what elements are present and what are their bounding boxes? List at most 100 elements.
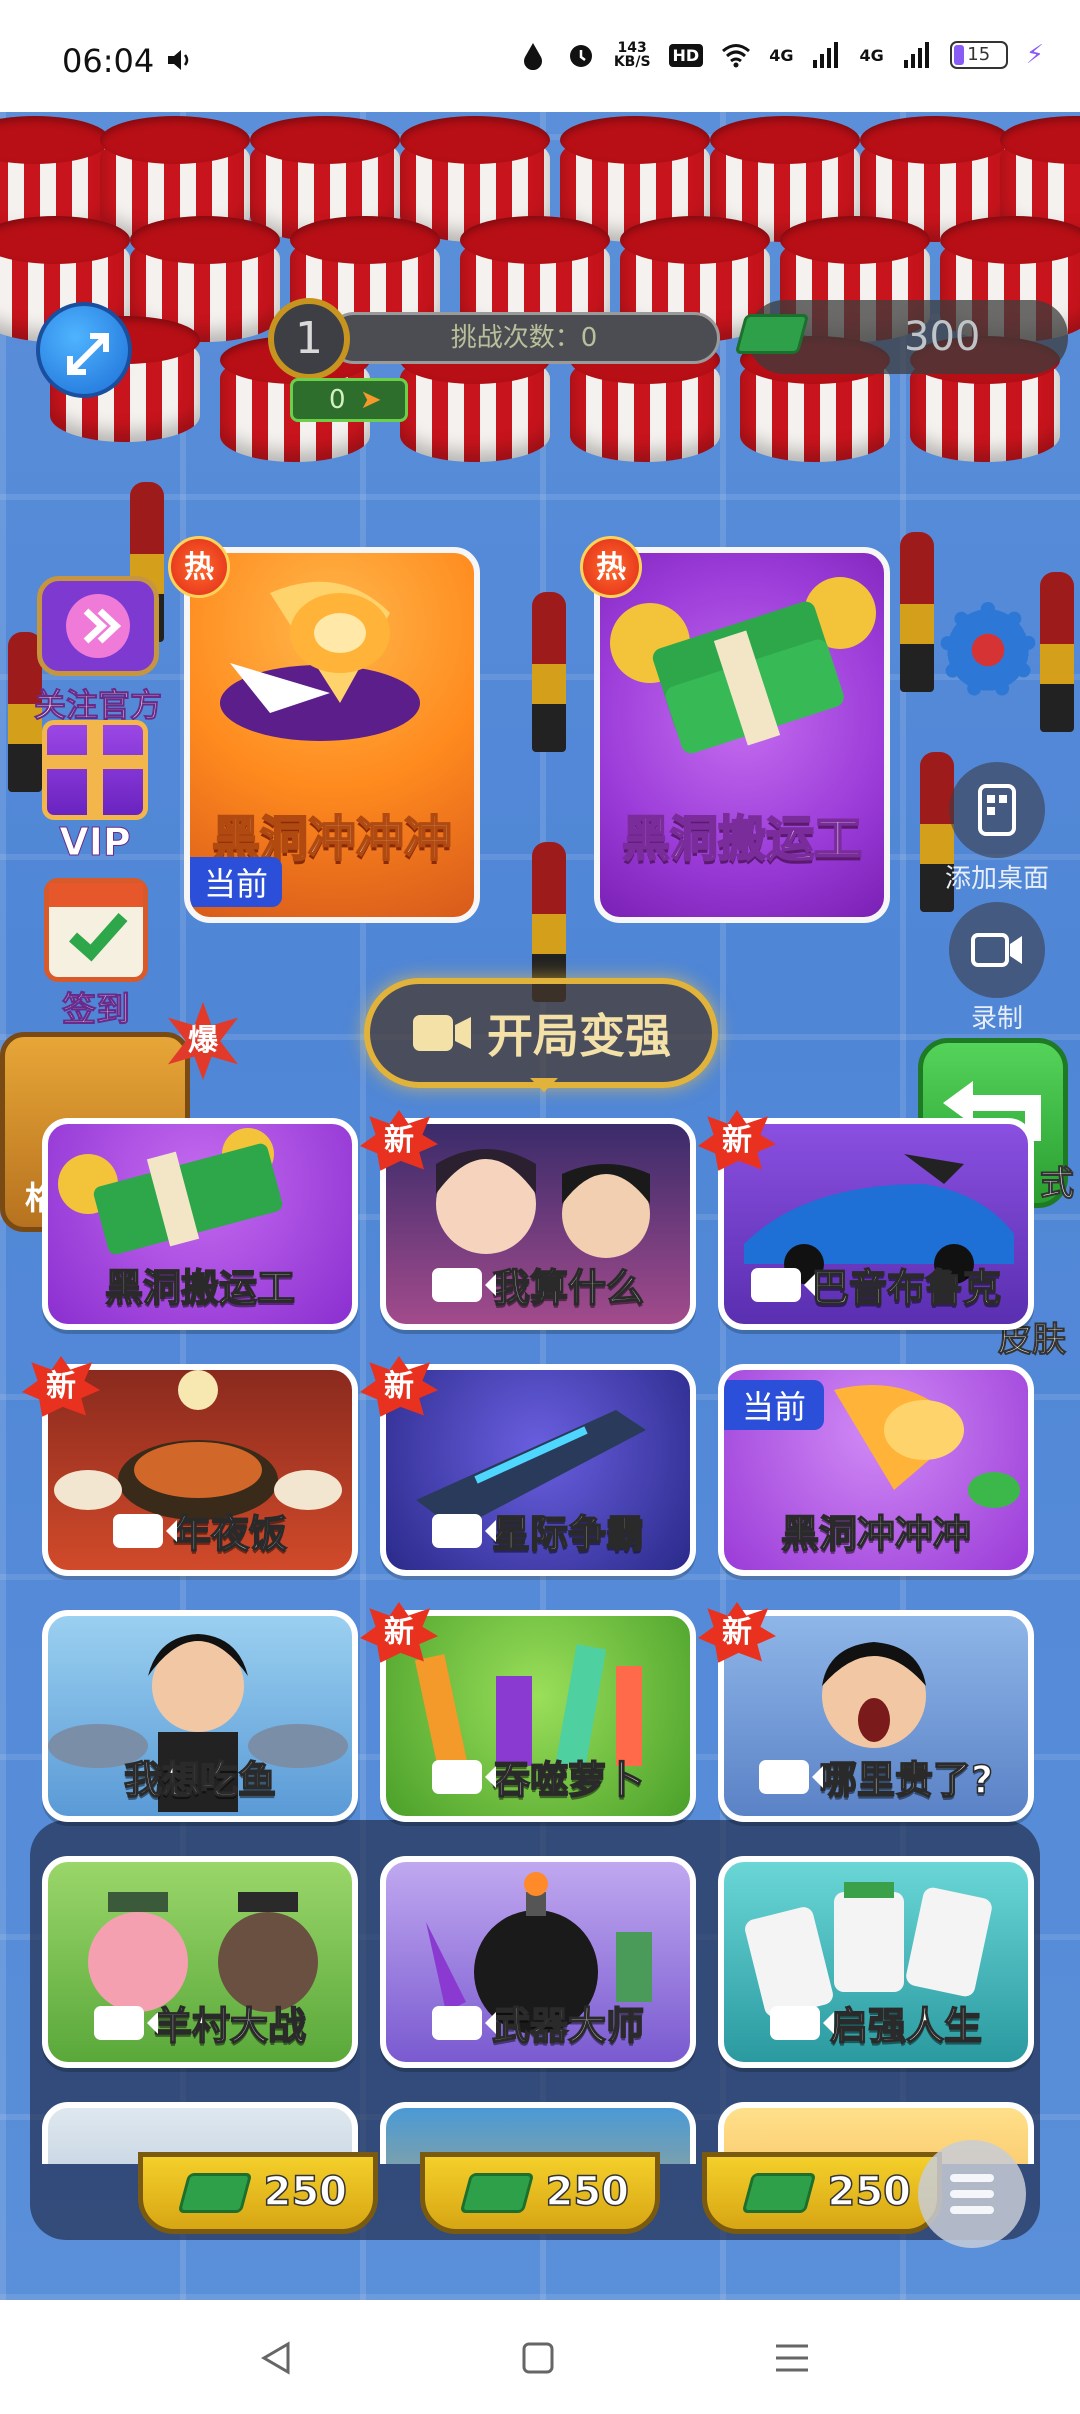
video-camera-icon: [112, 1513, 177, 1548]
mode-label: 我想吃鱼: [123, 1757, 277, 1803]
energy-icon: ➤: [359, 385, 382, 415]
back-icon[interactable]: [256, 2340, 296, 2376]
double-arrow-icon: [66, 594, 130, 658]
recents-icon[interactable]: [772, 2340, 812, 2376]
video-camera-icon: [93, 2005, 158, 2040]
mode-label: 黑洞搬运工: [104, 1265, 296, 1311]
energy-value: 0: [329, 385, 346, 415]
status-bar: 06:04 143 KB/S HD 4G 4G 15 ⚡: [0, 0, 1080, 112]
cash-icon: [459, 2173, 535, 2213]
video-camera-icon: [431, 1267, 496, 1302]
status-icons: 143 KB/S HD 4G 4G 15 ⚡: [518, 40, 1044, 70]
cash-icon: [741, 2173, 817, 2213]
featured-title: 黑洞搬运工: [621, 810, 863, 868]
cash-icon: [734, 314, 810, 354]
record-label: 录制: [970, 1004, 1023, 1034]
status-time: 06:04: [62, 42, 155, 80]
current-tag: 当前: [724, 1380, 825, 1430]
mode-label: 武器大师: [386, 1995, 690, 2050]
video-camera-icon: [769, 2005, 834, 2040]
mode-tile-where-expensive[interactable]: 哪里贵了?: [718, 1610, 1034, 1822]
mode-label: 黑洞冲冲冲: [780, 1511, 972, 1557]
mode-tile-qiqiang-life[interactable]: 启强人生: [718, 1856, 1034, 2068]
mode-label: 羊村大战: [48, 1995, 352, 2050]
featured-card-blackhole-rush[interactable]: 黑洞冲冲冲 当前: [184, 547, 480, 923]
price-value: 250: [545, 2168, 630, 2216]
hot-badge: 热: [580, 536, 642, 598]
level-badge: 1: [268, 298, 350, 380]
mode-tile-new-year-dinner[interactable]: 年夜饭: [42, 1364, 358, 1576]
drum: [400, 336, 550, 462]
price-chip[interactable]: 250: [420, 2152, 660, 2234]
settings-gear-icon[interactable]: [940, 602, 1036, 698]
mode-label: 年夜饭: [48, 1503, 352, 1558]
lipstick-prop: [1040, 572, 1074, 732]
mode-tile-blackhole-rush[interactable]: 当前 黑洞冲冲冲: [718, 1364, 1034, 1576]
battery-icon: 15: [949, 41, 1008, 69]
price-value: 250: [263, 2168, 348, 2216]
price-chip[interactable]: 250: [702, 2152, 942, 2234]
start-stronger-button[interactable]: 开局变强: [364, 978, 718, 1092]
mode-label: 我算什么: [386, 1257, 690, 1312]
calendar-check-icon: [44, 878, 148, 982]
video-record-icon: [949, 902, 1045, 998]
add-desktop-label: 添加桌面: [944, 864, 1049, 894]
mode-label: 哪里贵了?: [724, 1749, 1028, 1804]
follow-official-button[interactable]: 关注官方: [18, 576, 178, 726]
mode-tile-blackhole-porter[interactable]: 黑洞搬运工: [42, 1118, 358, 1330]
cash-icon: [177, 2173, 253, 2213]
video-camera-icon: [750, 1267, 815, 1302]
current-tag: 当前: [190, 857, 283, 907]
charging-icon: ⚡: [1025, 40, 1044, 70]
network-speed: 143 KB/S: [613, 40, 651, 70]
sign-in-button[interactable]: 签到: [36, 878, 156, 1031]
mode-tile-devour-radish[interactable]: 吞噬萝卜: [380, 1610, 696, 1822]
video-camera-icon: [431, 1513, 496, 1548]
drum: [570, 336, 720, 462]
video-camera-icon: [431, 2005, 496, 2040]
menu-button[interactable]: [918, 2140, 1026, 2248]
cash-stack-illustration: [610, 577, 876, 754]
vip-button[interactable]: VIP: [30, 720, 160, 865]
menu-line-icon: [950, 2174, 994, 2182]
signal-4g-1: 4G: [769, 45, 794, 65]
price-chip[interactable]: 250: [138, 2152, 378, 2234]
menu-line-icon: [950, 2190, 994, 2198]
alarm-icon: [569, 45, 592, 67]
mode-label: 启强人生: [724, 1995, 1028, 2050]
signal-bars-icon: [813, 42, 839, 68]
signal-4g-2: 4G: [859, 45, 884, 65]
video-camera-icon: [413, 1015, 471, 1051]
mode-tile-star-craft[interactable]: 星际争霸: [380, 1364, 696, 1576]
money-counter: 300: [734, 300, 1068, 374]
fullscreen-toggle-button[interactable]: [36, 302, 132, 398]
mode-label: 巴音布鲁克: [724, 1257, 1028, 1312]
signal-bars-icon-2: [903, 42, 929, 68]
home-icon[interactable]: [518, 2340, 558, 2376]
mode-tile-bayinbuluke[interactable]: 巴音布鲁克: [718, 1118, 1034, 1330]
mode-tile-sheep-village-war[interactable]: 羊村大战: [42, 1856, 358, 2068]
expand-arrows-icon: [67, 333, 109, 375]
vip-label: VIP: [59, 820, 131, 865]
featured-card-blackhole-porter[interactable]: 黑洞搬运工: [594, 547, 890, 923]
price-value: 250: [827, 2168, 912, 2216]
wifi-icon: [722, 44, 751, 68]
video-camera-icon: [758, 1759, 823, 1794]
mode-tile-what-am-i[interactable]: 我算什么: [380, 1118, 696, 1330]
challenge-count-bar: 挑战次数：0: [328, 312, 720, 364]
play-icon-frame: [37, 576, 159, 676]
mode-label: 星际争霸: [386, 1503, 690, 1558]
lipstick-prop: [532, 592, 566, 752]
record-button[interactable]: 录制: [944, 902, 1050, 1035]
start-stronger-label: 开局变强: [487, 1009, 671, 1063]
video-camera-icon: [431, 1759, 496, 1794]
data-saver-icon: [523, 43, 542, 70]
sign-in-label: 签到: [62, 990, 131, 1031]
add-to-desktop-button[interactable]: 添加桌面: [944, 762, 1050, 895]
money-value: 300: [904, 314, 981, 360]
blackhole-trumpet-illustration: [220, 581, 420, 741]
mode-tile-want-fish[interactable]: 我想吃鱼: [42, 1610, 358, 1822]
mode-tile-weapon-master[interactable]: 武器大师: [380, 1856, 696, 2068]
menu-line-icon: [950, 2206, 994, 2214]
mode-label: 吞噬萝卜: [386, 1749, 690, 1804]
